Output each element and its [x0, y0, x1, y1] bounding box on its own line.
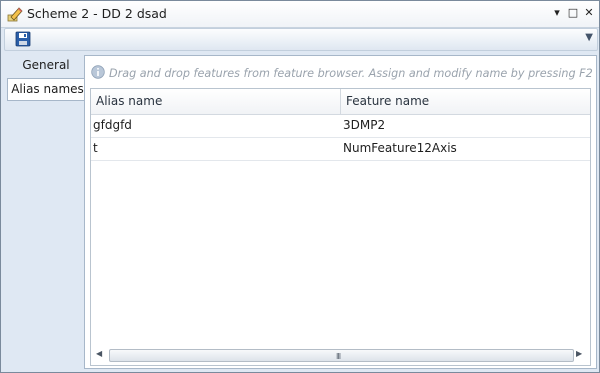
table-row[interactable]: gfdgfd 3DMP2: [91, 115, 590, 138]
scroll-thumb[interactable]: III: [109, 349, 574, 362]
grip-icon: III: [336, 352, 341, 361]
title-bar[interactable]: Scheme 2 - DD 2 dsad ▾ □ ✕: [1, 1, 599, 28]
scheme-window: Scheme 2 - DD 2 dsad ▾ □ ✕ ▼ General Ali…: [0, 0, 600, 373]
info-icon: [91, 65, 105, 79]
alias-names-panel: Drag and drop features from feature brow…: [84, 55, 597, 369]
column-header-alias-name[interactable]: Alias name: [96, 89, 162, 114]
alias-cell[interactable]: t: [93, 141, 98, 155]
table-row[interactable]: t NumFeature12Axis: [91, 138, 590, 161]
scroll-left-icon[interactable]: ◀: [96, 349, 102, 358]
close-icon[interactable]: ✕: [583, 7, 595, 19]
toolbar-overflow-icon[interactable]: ▼: [585, 32, 593, 43]
window-title: Scheme 2 - DD 2 dsad: [27, 6, 167, 21]
tab-general[interactable]: General: [7, 55, 85, 76]
instruction-hint: Drag and drop features from feature brow…: [109, 67, 593, 80]
feature-cell[interactable]: 3DMP2: [343, 118, 385, 132]
scheme-pencil-icon: [7, 7, 23, 22]
tab-alias-names[interactable]: Alias names: [7, 78, 87, 101]
column-header-feature-name[interactable]: Feature name: [346, 89, 429, 114]
window-pin-dropdown-icon[interactable]: ▾: [551, 7, 563, 19]
feature-cell[interactable]: NumFeature12Axis: [343, 141, 457, 155]
tab-label: General: [22, 58, 70, 72]
tab-label: Alias names: [11, 82, 84, 96]
tab-strip: General Alias names: [7, 55, 87, 103]
scroll-right-icon[interactable]: ▶: [576, 349, 582, 358]
alias-grid: Alias name Feature name gfdgfd 3DMP2 t N…: [90, 88, 591, 366]
alias-cell[interactable]: gfdgfd: [93, 118, 132, 132]
horizontal-scrollbar[interactable]: ◀ III ▶: [93, 347, 586, 362]
save-icon[interactable]: [15, 31, 31, 47]
toolbar: ▼: [4, 28, 598, 51]
maximize-icon[interactable]: □: [567, 7, 579, 19]
column-divider[interactable]: [340, 89, 341, 114]
grid-header: Alias name Feature name: [91, 89, 590, 115]
